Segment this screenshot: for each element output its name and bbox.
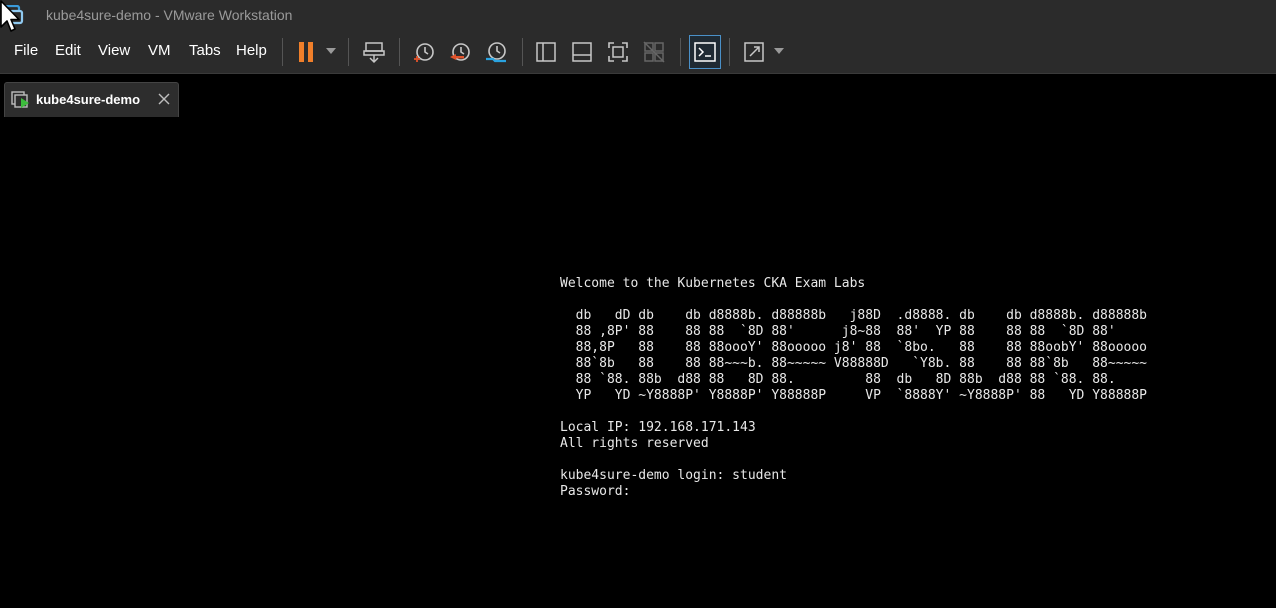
- terminal-line: 88,8P 88 88 88oooY' 88ooooo j8' 88 `8bo.…: [560, 340, 1147, 355]
- snapshot-manager-icon: [486, 42, 506, 63]
- take-snapshot-button[interactable]: [409, 37, 439, 67]
- toolbar-separator: [282, 38, 283, 66]
- mouse-cursor-icon: [0, 0, 20, 32]
- send-ctrl-alt-del-button[interactable]: [359, 37, 389, 67]
- pause-icon: [299, 42, 313, 62]
- vmware-window: kube4sure-demo - VMware Workstation File…: [0, 0, 1276, 608]
- tab-label: kube4sure-demo: [36, 92, 141, 107]
- menu-view[interactable]: View: [98, 42, 130, 59]
- window-title: kube4sure-demo - VMware Workstation: [46, 7, 293, 23]
- snapshot-revert-icon: [450, 43, 470, 61]
- menu-edit[interactable]: Edit: [55, 42, 81, 59]
- toolbar-separator: [680, 38, 681, 66]
- unity-button[interactable]: [639, 37, 669, 67]
- title-bar: kube4sure-demo - VMware Workstation: [0, 0, 1276, 30]
- stretch-guest-button[interactable]: [739, 37, 769, 67]
- terminal-line: Welcome to the Kubernetes CKA Exam Labs: [560, 276, 866, 291]
- pause-button[interactable]: [291, 37, 321, 67]
- terminal-line: db dD db db d8888b. d88888b j88D .d8888.…: [560, 308, 1147, 323]
- keyboard-send-icon: [363, 42, 385, 64]
- vm-console[interactable]: Welcome to the Kubernetes CKA Exam Labs …: [0, 118, 1276, 608]
- snapshot-clock-icon: [414, 43, 434, 62]
- toolbar-separator: [348, 38, 349, 66]
- terminal-line: 88 ,8P' 88 88 88 `8D 88' j8~88 88' YP 88…: [560, 324, 1116, 339]
- tab-kube4sure-demo[interactable]: kube4sure-demo: [4, 82, 179, 117]
- revert-snapshot-button[interactable]: [445, 37, 475, 67]
- stretch-dropdown-arrow[interactable]: [774, 48, 784, 54]
- unity-icon: [643, 41, 665, 63]
- terminal-line: YP YD ~Y8888P' Y8888P' Y88888P VP `8888Y…: [560, 388, 1147, 403]
- vm-running-icon: [11, 91, 29, 108]
- library-sidebar-icon: [536, 42, 556, 62]
- power-dropdown-arrow[interactable]: [326, 48, 336, 54]
- terminal-line: Local IP: 192.168.171.143: [560, 420, 756, 435]
- terminal-line: kube4sure-demo login: student: [560, 468, 787, 483]
- full-screen-icon: [608, 42, 628, 62]
- terminal-line: 88 `88. 88b d88 88 8D 88. 88 db 8D 88b d…: [560, 372, 1116, 387]
- menu-tabs[interactable]: Tabs: [189, 42, 221, 59]
- terminal-output: Welcome to the Kubernetes CKA Exam Labs …: [560, 276, 1147, 500]
- thumbnail-bar-icon: [572, 42, 592, 62]
- console-view-button[interactable]: [689, 35, 721, 69]
- stretch-icon: [744, 42, 764, 62]
- thumbnail-bar-button[interactable]: [567, 37, 597, 67]
- terminal-line: 88`8b 88 88 88~~~b. 88~~~~~ V88888D `Y8b…: [560, 356, 1147, 371]
- show-library-button[interactable]: [531, 37, 561, 67]
- full-screen-button[interactable]: [603, 37, 633, 67]
- vm-tab-strip: kube4sure-demo: [0, 74, 1276, 118]
- toolbar-separator: [729, 38, 730, 66]
- menu-toolbar: File Edit View VM Tabs Help: [0, 30, 1276, 74]
- menu-help[interactable]: Help: [236, 42, 267, 59]
- terminal-line: All rights reserved: [560, 436, 709, 451]
- terminal-line: Password:: [560, 484, 631, 499]
- menu-file[interactable]: File: [14, 42, 38, 59]
- toolbar-separator: [522, 38, 523, 66]
- snapshot-manager-button[interactable]: [481, 37, 511, 67]
- toolbar-separator: [399, 38, 400, 66]
- close-icon[interactable]: [157, 92, 171, 106]
- menu-vm[interactable]: VM: [148, 42, 171, 59]
- terminal-icon: [694, 42, 716, 62]
